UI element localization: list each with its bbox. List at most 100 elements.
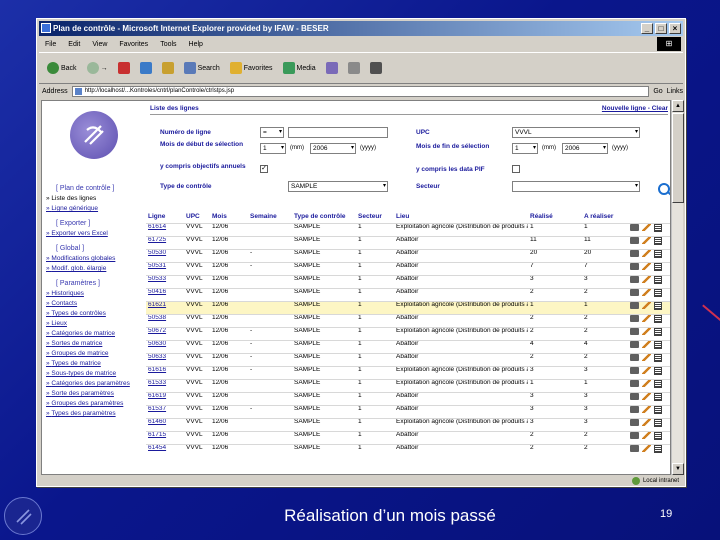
cell-ligne[interactable]: 50416	[146, 287, 184, 301]
address-input[interactable]: http://localhost/...Kontroles/cntrl/plan…	[71, 85, 650, 97]
edit-pencil-icon[interactable]	[642, 328, 651, 335]
edit-pencil-icon[interactable]	[642, 419, 651, 426]
cell-ligne[interactable]: 61460	[146, 417, 184, 431]
cell-ligne[interactable]: 61725	[146, 235, 184, 249]
scroll-down-arrow-icon[interactable]: ▼	[672, 463, 684, 475]
print-icon[interactable]	[630, 380, 639, 387]
print-icon[interactable]	[630, 250, 639, 257]
cell-ligne[interactable]: 50531	[146, 261, 184, 275]
print-icon[interactable]	[630, 445, 639, 452]
nav-item[interactable]: » Contacts	[46, 299, 144, 309]
edit-pencil-icon[interactable]	[642, 302, 651, 309]
media-button[interactable]: Media	[279, 54, 320, 82]
cell-ligne[interactable]: 50633	[146, 352, 184, 366]
details-list-icon[interactable]	[654, 224, 662, 232]
details-list-icon[interactable]	[654, 250, 662, 258]
table-row[interactable]: 61454 VVVL 12/06 SAMPLE 1 Abattoir 2 2	[146, 443, 670, 457]
type-controle-select[interactable]: SAMPLE	[288, 181, 388, 192]
edit-pencil-icon[interactable]	[642, 224, 651, 231]
cell-ligne[interactable]: 61614	[146, 222, 184, 236]
scroll-thumb[interactable]	[672, 113, 684, 203]
nav-item[interactable]: » Catégories des paramètres	[46, 379, 144, 389]
details-list-icon[interactable]	[654, 289, 662, 297]
go-button[interactable]: Go	[653, 88, 662, 95]
search-magnifier-icon[interactable]	[658, 183, 670, 195]
details-list-icon[interactable]	[654, 302, 662, 310]
cell-ligne[interactable]: 61616	[146, 365, 184, 379]
new-line-clear-link[interactable]: Nouvelle ligne - Clear	[602, 105, 668, 112]
table-row[interactable]: 50530 VVVL 12/06- SAMPLE 1 Abattoir 20 20	[146, 248, 670, 262]
close-button[interactable]: ×	[669, 23, 681, 34]
edit-pencil-icon[interactable]	[642, 341, 651, 348]
print-icon[interactable]	[630, 406, 639, 413]
details-list-icon[interactable]	[654, 380, 662, 388]
cell-ligne[interactable]: 50530	[146, 248, 184, 262]
cell-ligne[interactable]: 61715	[146, 430, 184, 444]
details-list-icon[interactable]	[654, 354, 662, 362]
print-icon[interactable]	[630, 237, 639, 244]
edit-pencil-icon[interactable]	[642, 263, 651, 270]
print-icon[interactable]	[630, 393, 639, 400]
edit-pencil-icon[interactable]	[642, 445, 651, 452]
numero-input[interactable]	[288, 127, 388, 138]
details-list-icon[interactable]	[654, 341, 662, 349]
nav-item[interactable]: » Sous-types de matrice	[46, 369, 144, 379]
refresh-button[interactable]	[136, 54, 156, 82]
print-icon[interactable]	[630, 276, 639, 283]
nav-item[interactable]: » Sortes de matrice	[46, 339, 144, 349]
menu-help[interactable]: Help	[183, 41, 209, 48]
edit-pencil-icon[interactable]	[642, 276, 651, 283]
table-row[interactable]: 61537 VVVL 12/06- SAMPLE 1 Abattoir 3 3	[146, 404, 670, 418]
edit-pencil-icon[interactable]	[642, 367, 651, 374]
mois-debut-year-select[interactable]: 2006	[310, 143, 356, 154]
print-icon[interactable]	[630, 367, 639, 374]
cell-ligne[interactable]: 50630	[146, 339, 184, 353]
nav-item[interactable]: » Exporter vers Excel	[46, 229, 144, 239]
numero-operator-select[interactable]: =	[260, 127, 284, 138]
edit-pencil-icon[interactable]	[642, 237, 651, 244]
table-row[interactable]: 61619 VVVL 12/06 SAMPLE 1 Abattoir 3 3	[146, 391, 670, 405]
nav-item[interactable]: » Lieux	[46, 319, 144, 329]
print-icon[interactable]	[630, 328, 639, 335]
details-list-icon[interactable]	[654, 367, 662, 375]
edit-pencil-icon[interactable]	[642, 354, 651, 361]
table-row[interactable]: 50531 VVVL 12/06- SAMPLE 1 Abattoir 7 7	[146, 261, 670, 275]
nav-item[interactable]: » Historiques	[46, 289, 144, 299]
edit-pencil-icon[interactable]	[642, 315, 651, 322]
cell-ligne[interactable]: 50533	[146, 274, 184, 288]
table-row[interactable]: 61621 VVVL 12/06 SAMPLE 1 Exploitation agrico…	[146, 300, 670, 314]
details-list-icon[interactable]	[654, 432, 662, 440]
details-list-icon[interactable]	[654, 393, 662, 401]
table-row[interactable]: 61616 VVVL 12/06- SAMPLE 1 Exploitation agric…	[146, 365, 670, 379]
table-row[interactable]: 50533 VVVL 12/06 SAMPLE 1 Abattoir 3 3	[146, 274, 670, 288]
mail-button[interactable]	[344, 54, 364, 82]
favorites-button[interactable]: Favorites	[226, 54, 277, 82]
details-list-icon[interactable]	[654, 328, 662, 336]
nav-item[interactable]: » Modif. glob. élargie	[46, 264, 144, 274]
nav-item[interactable]: » Sorte des paramètres	[46, 389, 144, 399]
home-button[interactable]	[158, 54, 178, 82]
mois-fin-month-select[interactable]: 1	[512, 143, 538, 154]
edit-pencil-icon[interactable]	[642, 289, 651, 296]
history-button[interactable]	[322, 54, 342, 82]
table-row[interactable]: 50630 VVVL 12/06- SAMPLE 1 Abattoir 4 4	[146, 339, 670, 353]
mois-debut-month-select[interactable]: 1	[260, 143, 286, 154]
pif-checkbox[interactable]	[512, 165, 520, 173]
details-list-icon[interactable]	[654, 419, 662, 427]
details-list-icon[interactable]	[654, 276, 662, 284]
details-list-icon[interactable]	[654, 263, 662, 271]
stop-button[interactable]	[114, 54, 134, 82]
scroll-up-arrow-icon[interactable]: ▲	[672, 100, 684, 112]
table-row[interactable]: 50538 VVVL 12/06 SAMPLE 1 Abattoir 2 2	[146, 313, 670, 327]
print-icon[interactable]	[630, 419, 639, 426]
print-icon[interactable]	[630, 263, 639, 270]
menu-edit[interactable]: Edit	[62, 41, 86, 48]
nav-item[interactable]: » Groupes des paramètres	[46, 399, 144, 409]
secteur-select[interactable]	[512, 181, 640, 192]
upc-select[interactable]: VVVL	[512, 127, 640, 138]
cell-ligne[interactable]: 61619	[146, 391, 184, 405]
print-icon[interactable]	[630, 341, 639, 348]
minimize-button[interactable]: _	[641, 23, 653, 34]
table-row[interactable]: 61725 VVVL 12/06 SAMPLE 1 Abattoir 11 11	[146, 235, 670, 249]
cell-ligne[interactable]: 61621	[146, 300, 184, 314]
